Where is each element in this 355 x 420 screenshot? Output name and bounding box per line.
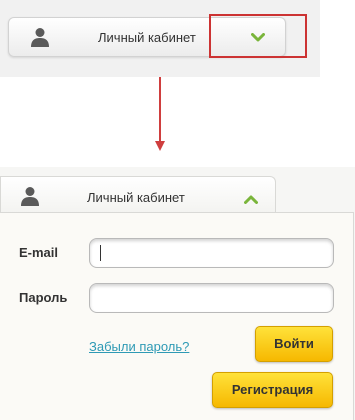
email-field[interactable] (89, 238, 334, 268)
account-bar-label: Личный кабинет (98, 30, 196, 45)
login-button[interactable]: Войти (255, 326, 333, 362)
password-field[interactable] (89, 283, 334, 313)
password-label: Пароль (19, 290, 68, 305)
register-button[interactable]: Регистрация (212, 372, 333, 408)
account-tab-expanded[interactable]: Личный кабинет (0, 176, 276, 216)
highlight-box (209, 14, 307, 58)
email-label: E-mail (19, 245, 59, 260)
user-icon (21, 186, 39, 206)
arrow-line (159, 77, 161, 143)
user-icon (31, 27, 49, 47)
text-cursor (100, 245, 101, 261)
arrow-head (155, 141, 165, 151)
chevron-up-icon[interactable] (244, 191, 258, 209)
forgot-password-link[interactable]: Забыли пароль? (89, 339, 189, 355)
account-tab-label: Личный кабинет (87, 190, 185, 205)
